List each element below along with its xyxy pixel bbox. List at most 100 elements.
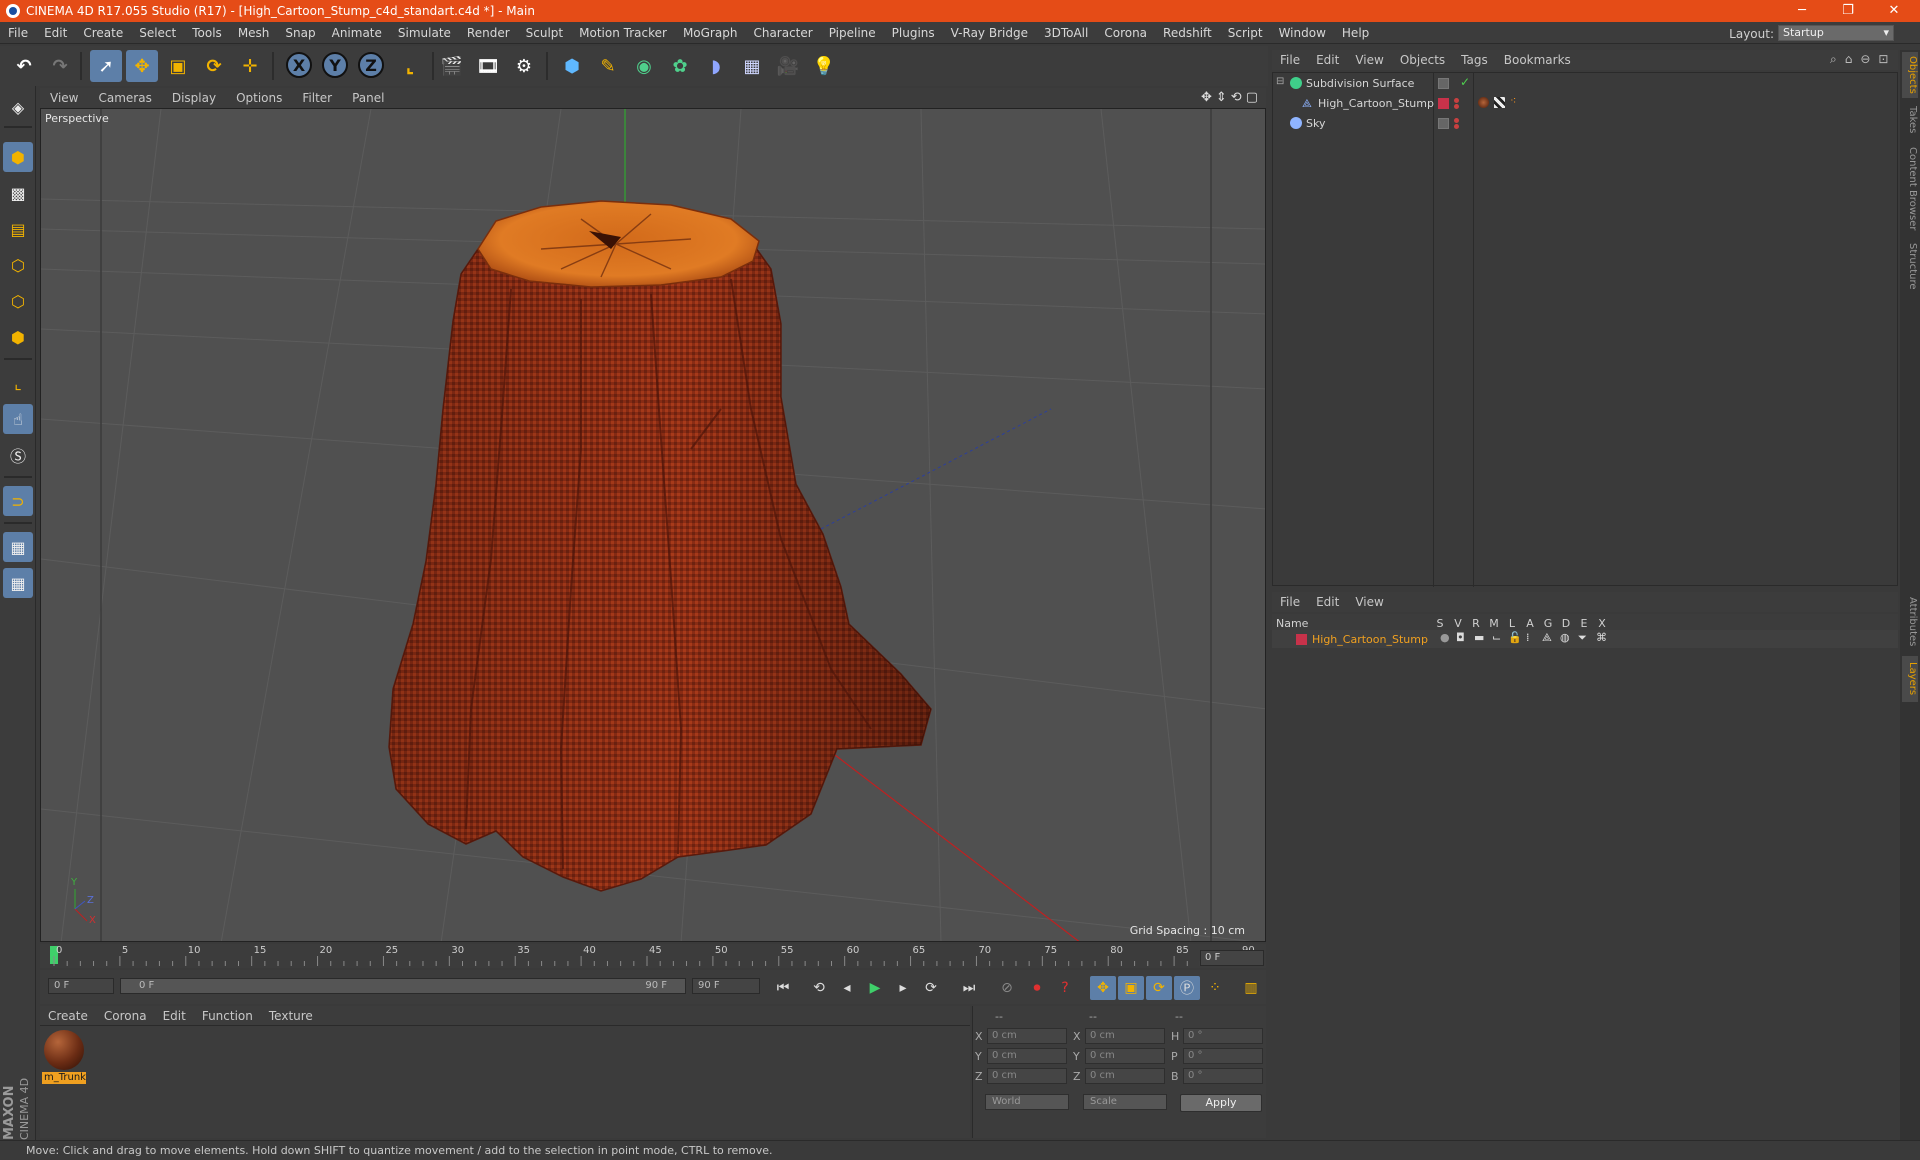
timeline-ruler[interactable]: 051015202530354045505560657075808590	[40, 944, 1266, 968]
close-button[interactable]: ✕	[1872, 0, 1916, 22]
menu-select[interactable]: Select	[131, 26, 184, 40]
scale-tool-icon[interactable]: ▣	[162, 50, 194, 82]
spline-pen-icon[interactable]: ✎	[592, 50, 624, 82]
object-menu-tags[interactable]: Tags	[1453, 53, 1496, 67]
next-frame-icon[interactable]: ▸	[890, 976, 916, 1000]
cube-primitive-icon[interactable]: ⬢	[556, 50, 588, 82]
go-to-start-icon[interactable]: ⏮	[770, 976, 796, 1000]
floor-scene-icon[interactable]: ▦	[736, 50, 768, 82]
polygons-mode-icon[interactable]: ⬢	[3, 322, 33, 352]
visibility-dot-icon[interactable]	[1454, 98, 1459, 103]
search-icon[interactable]: ⌕	[1830, 52, 1837, 67]
viewport-menu-view[interactable]: View	[40, 91, 88, 105]
object-menu-view[interactable]: View	[1347, 53, 1391, 67]
texture-mode-icon[interactable]: ▩	[3, 178, 33, 208]
move-tool-icon[interactable]: ✥	[126, 50, 158, 82]
soft-selection-icon[interactable]: Ⓢ	[3, 440, 33, 470]
orbit-icon[interactable]: ⟲	[1231, 90, 1242, 105]
rotation-b-field[interactable]: 0 °	[1183, 1068, 1263, 1084]
rotation-h-field[interactable]: 0 °	[1183, 1028, 1263, 1044]
deformer-icon[interactable]: ◗	[700, 50, 732, 82]
viewport-menu-panel[interactable]: Panel	[342, 91, 394, 105]
axis-mode-icon[interactable]: ⌞	[3, 368, 33, 398]
menu-sculpt[interactable]: Sculpt	[518, 26, 571, 40]
object-row-sky[interactable]: Sky	[1272, 114, 1898, 132]
visibility-dot-icon[interactable]	[1454, 118, 1459, 123]
viewport-menu-options[interactable]: Options	[226, 91, 292, 105]
layer-col-locked[interactable]: L	[1506, 617, 1518, 630]
menu-mesh[interactable]: Mesh	[230, 26, 278, 40]
lock-toggle-icon[interactable]: 🔓	[1508, 631, 1522, 644]
animation-toggle-icon[interactable]: ⁞	[1526, 631, 1530, 644]
snap-magnet-icon[interactable]: ⊃	[3, 486, 33, 516]
workplane-mode-icon[interactable]: ▤	[3, 214, 33, 244]
layer-row-high-cartoon-stump[interactable]: High_Cartoon_Stump ● ◘ ▬ ⌙ 🔓 ⁞ ⟁ ◍ ⏷ ⌘	[1272, 630, 1898, 648]
light-icon[interactable]: 💡	[808, 50, 840, 82]
menu-mograph[interactable]: MoGraph	[675, 26, 746, 40]
menu-animate[interactable]: Animate	[324, 26, 390, 40]
menu-simulate[interactable]: Simulate	[390, 26, 459, 40]
link-icon[interactable]: ⊖	[1860, 52, 1870, 67]
layer-col-view[interactable]: V	[1452, 617, 1464, 630]
rotate-tool-icon[interactable]: ⟳	[198, 50, 230, 82]
autokey-icon[interactable]: ⏺	[1024, 976, 1050, 1000]
collapse-toggle-icon[interactable]: ⊟	[1276, 76, 1284, 87]
material-menu-edit[interactable]: Edit	[155, 1009, 194, 1023]
menu-motion-tracker[interactable]: Motion Tracker	[571, 26, 675, 40]
key-position-icon[interactable]: ✥	[1090, 976, 1116, 1000]
points-mode-icon[interactable]: ⬡	[3, 250, 33, 280]
menu-tools[interactable]: Tools	[184, 26, 230, 40]
home-icon[interactable]: ⌂	[1845, 52, 1853, 67]
render-settings-icon[interactable]: ⚙	[508, 50, 540, 82]
tab-structure[interactable]: Structure	[1902, 238, 1918, 294]
manager-toggle-icon[interactable]: ⌙	[1492, 631, 1501, 644]
menu-render[interactable]: Render	[459, 26, 518, 40]
position-x-field[interactable]: 0 cm	[987, 1028, 1067, 1044]
object-menu-bookmarks[interactable]: Bookmarks	[1496, 53, 1579, 67]
coordinate-space-dropdown[interactable]: World	[985, 1094, 1069, 1110]
position-z-field[interactable]: 0 cm	[987, 1068, 1067, 1084]
menu-pipeline[interactable]: Pipeline	[821, 26, 884, 40]
make-editable-icon[interactable]: ◈	[3, 92, 33, 122]
deformer-toggle-icon[interactable]: ◍	[1560, 631, 1570, 644]
frame-range-slider[interactable]: 0 F 90 F	[120, 978, 686, 994]
viewport-menu-cameras[interactable]: Cameras	[88, 91, 161, 105]
object-row-high-cartoon-stump[interactable]: ⟁ High_Cartoon_Stump ⁖	[1272, 94, 1898, 112]
key-parameter-icon[interactable]: Ⓟ	[1174, 976, 1200, 1000]
record-keys-icon[interactable]: ⊘	[994, 976, 1020, 1000]
x-axis-lock-button[interactable]: X	[286, 52, 312, 78]
size-y-field[interactable]: 0 cm	[1085, 1048, 1165, 1064]
layer-col-manager[interactable]: M	[1488, 617, 1500, 630]
material-menu-texture[interactable]: Texture	[261, 1009, 321, 1023]
minimize-button[interactable]: ─	[1780, 0, 1824, 22]
layout-dropdown[interactable]: Startup	[1778, 25, 1894, 41]
layer-color-icon[interactable]	[1296, 634, 1307, 645]
object-menu-objects[interactable]: Objects	[1392, 53, 1453, 67]
object-menu-file[interactable]: File	[1272, 53, 1308, 67]
live-selection-icon[interactable]: ➚	[90, 50, 122, 82]
menu-file[interactable]: File	[0, 26, 36, 40]
material-menu-create[interactable]: Create	[40, 1009, 96, 1023]
layer-col-render[interactable]: R	[1470, 617, 1482, 630]
size-x-field[interactable]: 0 cm	[1085, 1028, 1165, 1044]
render-dot-icon[interactable]	[1454, 104, 1459, 109]
previous-key-icon[interactable]: ⟲	[806, 976, 832, 1000]
menu-plugins[interactable]: Plugins	[884, 26, 943, 40]
layer-col-expressions[interactable]: E	[1578, 617, 1590, 630]
material-manager-area[interactable]	[40, 1026, 970, 1138]
layer-menu-file[interactable]: File	[1272, 595, 1308, 609]
material-menu-function[interactable]: Function	[194, 1009, 261, 1023]
material-tag-icon[interactable]	[1478, 97, 1489, 108]
enabled-check-icon[interactable]: ✓	[1460, 75, 1470, 89]
render-picture-viewer-icon[interactable]: 🎞	[472, 50, 504, 82]
perspective-viewport[interactable]: Y Z X Perspective Grid Spacing : 10 cm	[40, 108, 1266, 942]
timeline-window-icon[interactable]: ▥	[1238, 976, 1264, 1000]
locked-workplane-icon[interactable]: ▦	[3, 568, 33, 598]
dolly-icon[interactable]: ⇕	[1216, 90, 1227, 105]
uvw-tag-icon[interactable]	[1494, 97, 1505, 108]
go-to-end-icon[interactable]: ⏭	[956, 976, 982, 1000]
viewport-menu-filter[interactable]: Filter	[292, 91, 342, 105]
tweak-mode-icon[interactable]: ☝	[3, 404, 33, 434]
layer-list[interactable]	[1272, 632, 1898, 1138]
keyframe-selection-icon[interactable]: ?	[1052, 976, 1078, 1000]
